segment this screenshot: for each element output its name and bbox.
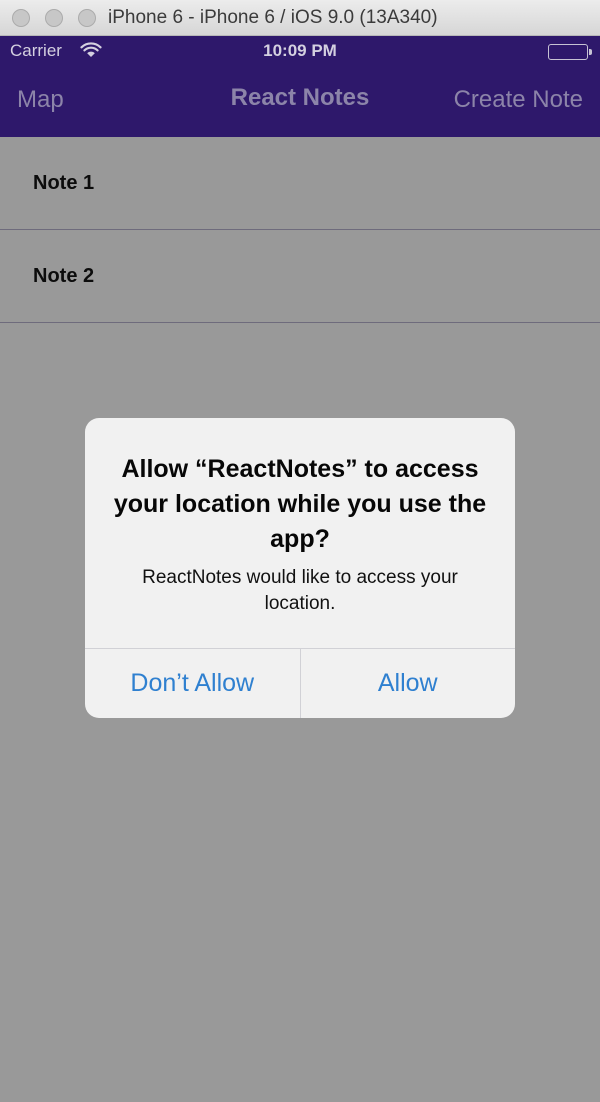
simulator-window-titlebar: iPhone 6 - iPhone 6 / iOS 9.0 (13A340) [0, 0, 600, 36]
dont-allow-button[interactable]: Don’t Allow [85, 649, 301, 718]
note-title: Note 2 [33, 264, 95, 287]
alert-message: ReactNotes would like to access your loc… [142, 567, 458, 614]
list-item[interactable]: Note 2 [0, 230, 600, 323]
minimize-window-button[interactable] [45, 9, 63, 27]
window-title: iPhone 6 - iPhone 6 / iOS 9.0 (13A340) [108, 7, 438, 28]
zoom-window-button[interactable] [78, 9, 96, 27]
close-window-button[interactable] [12, 9, 30, 27]
status-bar: Carrier 10:09 PM [0, 36, 600, 68]
ios-header: Carrier 10:09 PM Map React Notes Create … [0, 36, 600, 137]
note-title: Note 1 [33, 171, 95, 194]
notes-list: Note 1 Note 2 [0, 137, 600, 323]
navigation-bar: Map React Notes Create Note [0, 68, 600, 137]
location-permission-alert: Allow “ReactNotes” to access your locati… [85, 418, 515, 718]
alert-title: Allow “ReactNotes” to access your locati… [113, 455, 487, 553]
status-time: 10:09 PM [263, 41, 337, 60]
create-note-button[interactable]: Create Note [454, 86, 583, 114]
allow-button[interactable]: Allow [301, 649, 516, 718]
battery-icon [548, 44, 592, 60]
alert-button-row: Don’t Allow Allow [85, 648, 515, 718]
list-item[interactable]: Note 1 [0, 137, 600, 230]
